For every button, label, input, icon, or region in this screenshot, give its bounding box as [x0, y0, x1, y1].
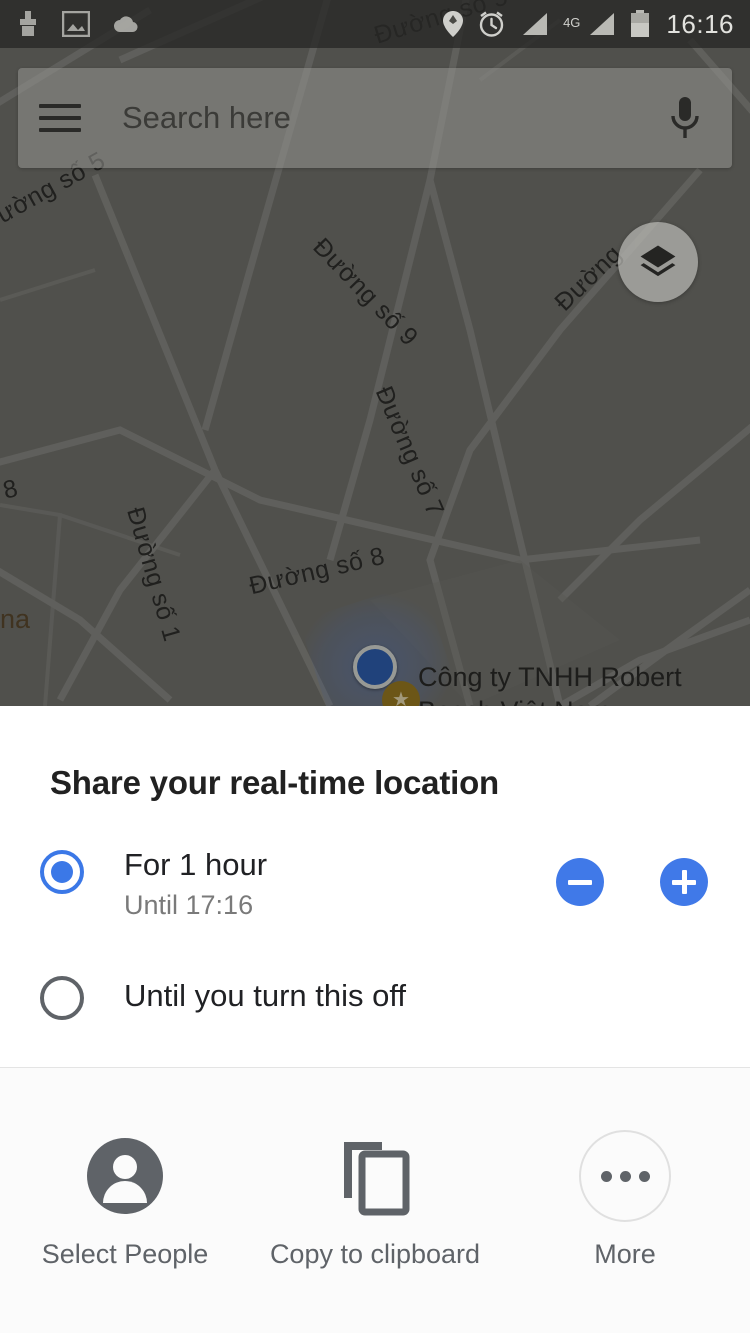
radio-wrap-until-off[interactable]: [0, 972, 124, 1020]
increase-duration-button[interactable]: [660, 858, 708, 906]
radio-selected-icon[interactable]: [40, 850, 84, 894]
search-input[interactable]: Search here: [102, 100, 638, 136]
page-title: Share your real-time location: [50, 764, 499, 801]
copy-icon: [336, 1128, 414, 1224]
location-pin-icon: [443, 11, 464, 37]
place-label: Công ty TNHH Robert: [418, 662, 682, 692]
action-row: Select People Copy to clipboard More: [0, 1068, 750, 1333]
blue-location-dot[interactable]: [353, 645, 397, 689]
layers-icon: [640, 245, 676, 277]
mic-glyph: [671, 97, 699, 138]
signal-bars-icon: [523, 13, 548, 35]
place-label-line2: Bosch Việt Nam: [418, 694, 611, 706]
status-bar: 4G 16:16: [0, 0, 750, 48]
person-circle-icon: [86, 1128, 164, 1224]
network-type-label: 4G: [563, 14, 581, 30]
action-more[interactable]: More: [500, 1128, 750, 1270]
action-copy-to-clipboard[interactable]: Copy to clipboard: [250, 1128, 500, 1270]
more-dots-icon: [579, 1128, 671, 1224]
cloud-icon: [114, 16, 138, 33]
cleaner-icon: [20, 11, 36, 36]
signal-bars-4g-icon: [590, 13, 615, 35]
option-sublabel: Until 17:16: [124, 890, 254, 920]
battery-icon: [631, 10, 650, 37]
action-label: Copy to clipboard: [269, 1239, 481, 1269]
option-row-until-off[interactable]: Until you turn this off: [0, 961, 750, 1031]
share-location-sheet: Share your real-time location For 1 hour…: [0, 706, 750, 1333]
option-label: For 1 hour: [124, 847, 268, 882]
microphone-icon[interactable]: [638, 95, 732, 141]
duration-stepper[interactable]: [556, 858, 708, 906]
action-select-people[interactable]: Select People: [0, 1128, 250, 1270]
option-texts: For 1 hour Until 17:16: [124, 846, 267, 924]
radio-wrap-for-1-hour[interactable]: [0, 846, 124, 894]
alarm-clock-icon: [479, 11, 504, 37]
status-bar-right-icons: 4G 16:16: [442, 9, 734, 40]
layers-button[interactable]: [618, 222, 698, 302]
option-label: Until you turn this off: [124, 978, 407, 1013]
more-circle: [579, 1130, 671, 1222]
action-label: More: [594, 1239, 656, 1269]
radio-unselected-icon[interactable]: [40, 976, 84, 1020]
action-label: Select People: [41, 1239, 209, 1269]
place-label-partial: ina: [0, 604, 31, 634]
status-bar-clock: 16:16: [666, 8, 734, 39]
status-bar-left-icons: [16, 11, 140, 37]
hamburger-menu-icon[interactable]: [18, 104, 102, 132]
decrease-duration-button[interactable]: [556, 858, 604, 906]
search-bar[interactable]: Search here: [18, 68, 732, 168]
option-texts: Until you turn this off: [124, 977, 406, 1015]
screenshot-image-icon: [62, 11, 90, 37]
google-maps-share-location-screen: Đường số 5 Đường số 9 Đường số 7 Đường s…: [0, 0, 750, 1333]
